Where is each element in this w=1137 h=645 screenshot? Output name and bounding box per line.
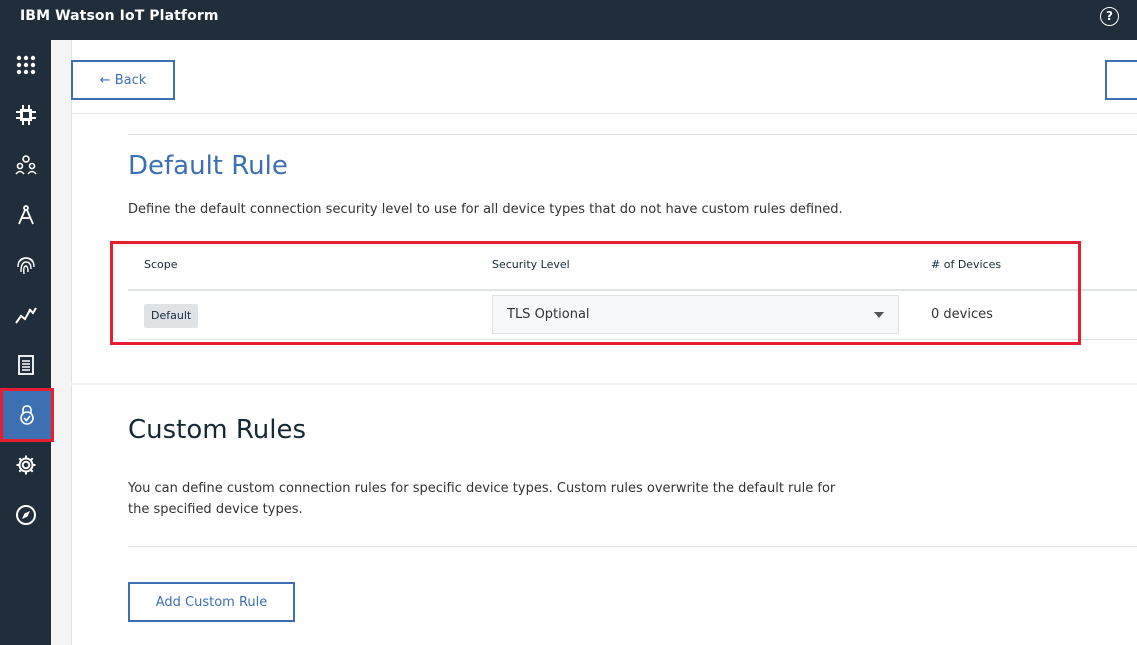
header-action-button[interactable] [1105, 60, 1137, 100]
security-lock-icon [20, 405, 34, 425]
add-custom-rule-button[interactable]: Add Custom Rule [128, 582, 295, 622]
sidebar-item-devices[interactable] [0, 91, 51, 139]
gear-icon [16, 455, 35, 475]
sidebar-item-settings[interactable] [0, 441, 51, 489]
sidebar-item-explore[interactable] [0, 491, 51, 539]
table-row-divider [128, 339, 1137, 340]
chevron-down-icon [874, 312, 884, 318]
sidebar-item-security[interactable] [0, 388, 54, 442]
divider [128, 134, 1137, 135]
sidebar-item-usage[interactable] [0, 291, 51, 339]
chart-line-icon [14, 307, 37, 324]
sidebar-item-logs[interactable] [0, 341, 51, 389]
column-header-devices: # of Devices [931, 258, 1002, 271]
compass-draw-icon [17, 205, 34, 225]
members-icon [14, 155, 37, 175]
security-level-select[interactable]: TLS Optional [492, 295, 899, 334]
sidebar-item-rules[interactable] [0, 191, 51, 239]
column-header-security-level: Security Level [492, 258, 570, 271]
app-title: IBM Watson IoT Platform [20, 8, 219, 24]
default-rule-table: Scope Security Level # of Devices Defaul… [128, 244, 1137, 340]
fingerprint-icon [16, 257, 35, 275]
column-header-scope: Scope [144, 258, 178, 271]
grid-icon [16, 55, 35, 75]
security-level-value: TLS Optional [507, 307, 590, 322]
top-bar: IBM Watson IoT Platform ? [0, 0, 1137, 40]
table-header-divider [128, 289, 1137, 291]
sidebar-item-identity[interactable] [0, 241, 51, 289]
sidebar-item-members[interactable] [0, 141, 51, 189]
default-rule-title: Default Rule [128, 151, 288, 181]
sidebar [0, 40, 54, 645]
main-panel [71, 40, 1137, 645]
custom-rules-description: You can define custom connection rules f… [128, 481, 836, 517]
device-count: 0 devices [931, 307, 993, 322]
default-rule-description: Define the default connection security l… [128, 202, 843, 217]
document-icon [17, 355, 34, 375]
section-divider [71, 383, 1137, 385]
compass-icon [15, 505, 36, 525]
sidebar-item-apps[interactable] [0, 41, 51, 89]
help-icon[interactable]: ? [1100, 7, 1119, 26]
custom-rules-title: Custom Rules [128, 415, 307, 445]
back-button[interactable]: ← Back [71, 60, 175, 100]
divider [128, 546, 1137, 547]
chip-icon [15, 105, 36, 125]
scope-tag: Default [144, 304, 199, 328]
header-separator [71, 113, 1137, 114]
